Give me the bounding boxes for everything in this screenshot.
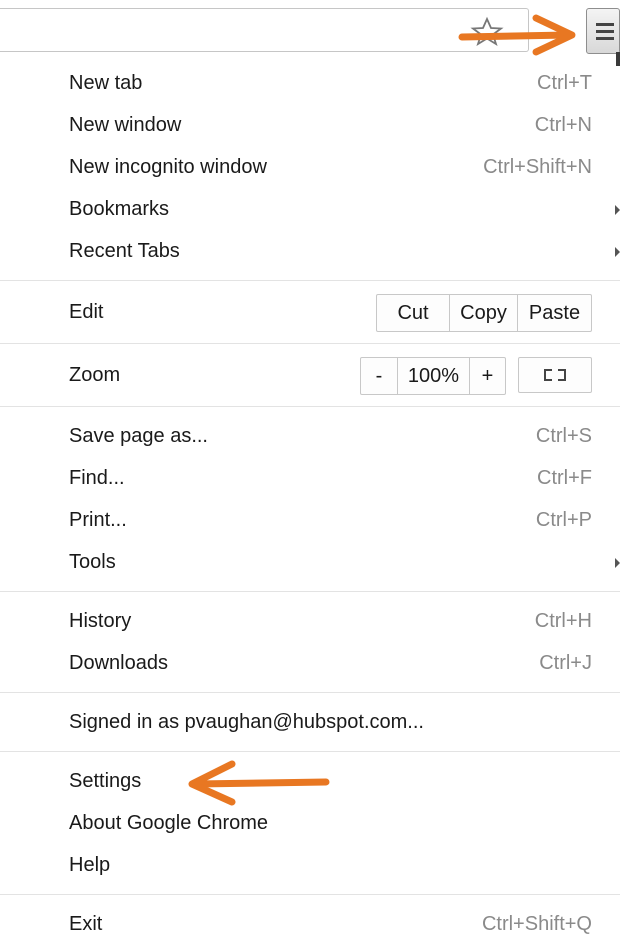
submenu-arrow-icon xyxy=(615,247,620,257)
menu-item-print[interactable]: Print... Ctrl+P xyxy=(0,499,620,541)
menu-item-label: Edit xyxy=(69,301,104,323)
menu-item-save-page-as[interactable]: Save page as... Ctrl+S xyxy=(0,415,620,457)
menu-item-label: History xyxy=(69,610,132,632)
submenu-arrow-icon xyxy=(615,205,620,215)
fullscreen-button[interactable] xyxy=(518,357,592,393)
menu-item-label: Zoom xyxy=(69,364,121,386)
star-icon[interactable] xyxy=(470,16,504,46)
menu-item-settings[interactable]: Settings xyxy=(0,760,620,802)
address-bar[interactable] xyxy=(0,8,529,52)
paste-button[interactable]: Paste xyxy=(517,295,591,331)
edit-button-group: Cut Copy Paste xyxy=(376,294,592,332)
menu-item-label: About Google Chrome xyxy=(69,812,269,834)
menu-item-downloads[interactable]: Downloads Ctrl+J xyxy=(0,642,620,684)
signed-in-label: Signed in as pvaughan@hubspot.com... xyxy=(69,711,424,733)
menu-item-label: Save page as... xyxy=(69,425,208,447)
menu-item-history[interactable]: History Ctrl+H xyxy=(0,600,620,642)
menu-item-shortcut: Ctrl+J xyxy=(539,652,592,674)
cut-button[interactable]: Cut xyxy=(377,295,449,331)
chrome-menu-button[interactable] xyxy=(586,8,620,54)
menu-item-new-incognito-window[interactable]: New incognito window Ctrl+Shift+N xyxy=(0,146,620,188)
menu-item-recent-tabs[interactable]: Recent Tabs xyxy=(0,230,620,272)
menu-separator xyxy=(0,343,620,344)
menu-separator xyxy=(0,692,620,693)
menu-item-label: New tab xyxy=(69,72,143,94)
menu-item-help[interactable]: Help xyxy=(0,844,620,886)
menu-item-label: Exit xyxy=(69,913,103,935)
zoom-in-button[interactable]: + xyxy=(469,358,505,394)
menu-item-find[interactable]: Find... Ctrl+F xyxy=(0,457,620,499)
menu-item-exit[interactable]: Exit Ctrl+Shift+Q xyxy=(0,903,620,945)
menu-item-label: Downloads xyxy=(69,652,168,674)
menu-item-label: Find... xyxy=(69,467,125,489)
menu-separator xyxy=(0,751,620,752)
menu-item-shortcut: Ctrl+T xyxy=(537,72,592,94)
zoom-out-button[interactable]: - xyxy=(361,358,397,394)
menu-item-label: Recent Tabs xyxy=(69,240,180,262)
menu-item-signed-in[interactable]: Signed in as pvaughan@hubspot.com... xyxy=(0,701,620,743)
browser-toolbar xyxy=(0,0,620,66)
menu-item-new-window[interactable]: New window Ctrl+N xyxy=(0,104,620,146)
menu-separator xyxy=(0,894,620,895)
menu-item-about-google-chrome[interactable]: About Google Chrome xyxy=(0,802,620,844)
menu-item-shortcut: Ctrl+P xyxy=(535,509,592,531)
menu-item-shortcut: Ctrl+N xyxy=(534,114,592,136)
copy-button[interactable]: Copy xyxy=(449,295,517,331)
menu-item-new-tab[interactable]: New tab Ctrl+T xyxy=(0,62,620,104)
menu-separator xyxy=(0,280,620,281)
menu-item-shortcut: Ctrl+S xyxy=(535,425,592,447)
menu-item-shortcut: Ctrl+H xyxy=(534,610,592,632)
zoom-button-group: - 100% + xyxy=(360,357,506,395)
menu-item-label: Help xyxy=(69,854,111,876)
submenu-arrow-icon xyxy=(615,558,620,568)
zoom-level: 100% xyxy=(397,358,469,394)
menu-separator xyxy=(0,591,620,592)
menu-item-shortcut: Ctrl+Shift+N xyxy=(483,156,592,178)
menu-separator xyxy=(0,406,620,407)
menu-item-edit: Edit Cut Copy Paste xyxy=(0,289,620,335)
menu-item-label: Bookmarks xyxy=(69,198,170,220)
menu-item-shortcut: Ctrl+Shift+Q xyxy=(481,913,592,935)
menu-item-label: Print... xyxy=(69,509,127,531)
menu-item-label: Settings xyxy=(69,770,142,792)
hamburger-menu-icon xyxy=(596,23,614,26)
menu-item-bookmarks[interactable]: Bookmarks xyxy=(0,188,620,230)
menu-item-label: New window xyxy=(69,114,182,136)
menu-item-tools[interactable]: Tools xyxy=(0,541,620,583)
menu-item-label: New incognito window xyxy=(69,156,267,178)
menu-item-label: Tools xyxy=(69,551,116,573)
chrome-main-menu: New tab Ctrl+T New window Ctrl+N New inc… xyxy=(0,62,620,945)
menu-item-zoom: Zoom - 100% + xyxy=(0,352,620,398)
menu-item-shortcut: Ctrl+F xyxy=(537,467,592,489)
